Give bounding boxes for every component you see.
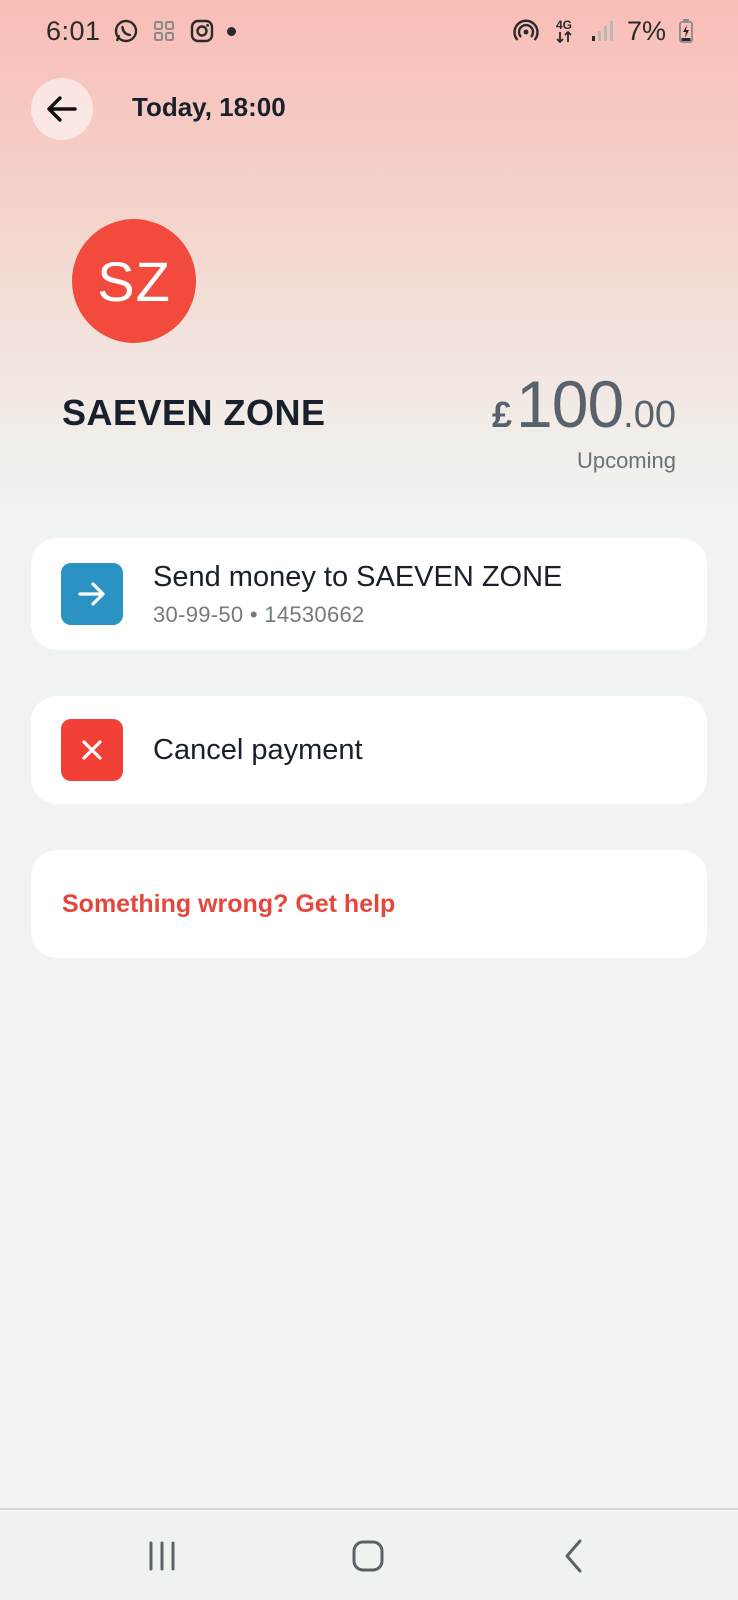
status-bar-left: 6:01 [46, 16, 236, 47]
battery-charging-icon [678, 18, 694, 44]
recent-apps-button[interactable] [132, 1534, 192, 1578]
payment-amount: £ 100 .00 [492, 366, 676, 442]
back-icon [565, 1539, 582, 1573]
status-bar: 6:01 4G 7% [0, 0, 738, 62]
cancel-payment-label: Cancel payment [153, 733, 363, 766]
cancel-payment-text: Cancel payment [153, 734, 363, 767]
payee-avatar: SZ [72, 219, 196, 343]
get-help-card[interactable]: Something wrong? Get help [31, 850, 707, 958]
status-bar-right: 4G 7% [513, 16, 694, 47]
amount-fraction: .00 [623, 394, 676, 436]
cancel-payment-card[interactable]: Cancel payment [31, 696, 707, 804]
payment-status: Upcoming [576, 448, 676, 473]
get-help-link[interactable]: Something wrong? Get help [62, 890, 395, 919]
system-nav-bar [0, 1508, 738, 1600]
send-money-card[interactable]: Send money to SAEVEN ZONE 30-99-50 • 145… [31, 538, 707, 650]
page-title: Today, 18:00 [132, 92, 286, 122]
send-money-label: Send money to SAEVEN ZONE [153, 560, 563, 593]
amount-whole: 100 [516, 367, 624, 441]
scan-icon [151, 18, 177, 44]
whatsapp-icon [113, 18, 139, 44]
amount-currency: £ [492, 394, 513, 435]
arrow-left-icon [47, 96, 77, 122]
hotspot-icon [513, 18, 539, 44]
close-icon [61, 719, 123, 781]
account-details: 30-99-50 • 14530662 [153, 601, 365, 627]
arrow-right-icon [61, 563, 123, 625]
instagram-icon [189, 18, 215, 44]
status-time: 6:01 [46, 15, 101, 46]
home-icon [352, 1540, 384, 1572]
notification-dot [226, 26, 236, 36]
payee-name: SAEVEN ZONE [62, 392, 326, 433]
system-back-button[interactable] [544, 1534, 604, 1578]
home-button[interactable] [338, 1534, 398, 1578]
send-money-text: Send money to SAEVEN ZONE 30-99-50 • 145… [153, 561, 562, 628]
signal-icon [589, 18, 615, 44]
back-button[interactable] [31, 78, 93, 140]
recent-apps-icon [149, 1541, 175, 1571]
battery-percent: 7% [626, 15, 666, 46]
network-4g-icon: 4G [551, 18, 577, 44]
